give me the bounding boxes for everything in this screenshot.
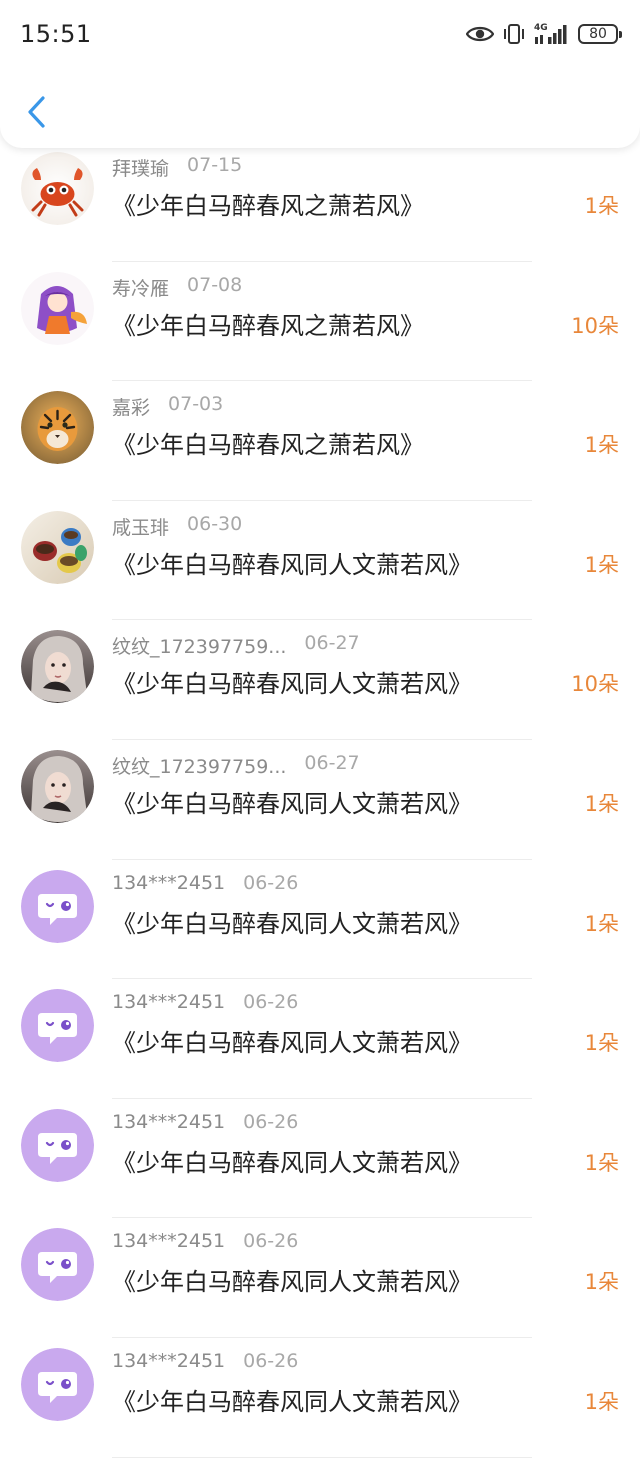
record-date: 06-26 xyxy=(243,1349,299,1372)
gift-count: 10朵 xyxy=(571,313,619,338)
gift-record-row[interactable]: 134***2451 06-26 《少年白马醉春风同人文萧若风》 1朵 xyxy=(0,860,640,980)
gift-count: 1朵 xyxy=(584,1031,619,1056)
user-name[interactable]: 寿冷雁 xyxy=(112,274,169,301)
gift-count: 1朵 xyxy=(584,552,619,577)
record-date: 06-27 xyxy=(304,632,360,655)
book-title[interactable]: 《少年白马醉春风同人文萧若风》 xyxy=(112,784,472,819)
gift-record-row[interactable]: 咸玉琲 06-30 《少年白马醉春风同人文萧若风》 1朵 xyxy=(0,501,640,621)
gift-record-row[interactable]: 134***2451 06-26 《少年白马醉春风同人文萧若风》 1朵 xyxy=(0,1338,640,1458)
gift-count: 10朵 xyxy=(571,672,619,697)
user-name[interactable]: 纹纹_172397759... xyxy=(112,632,286,659)
anime-girl-avatar[interactable] xyxy=(21,271,94,345)
default-chat-avatar[interactable] xyxy=(21,1347,94,1421)
status-time: 15:51 xyxy=(20,20,92,48)
battery-indicator: 80 xyxy=(578,24,622,44)
gift-count: 1朵 xyxy=(584,1389,619,1414)
gift-record-row[interactable]: 纹纹_172397759... 06-27 《少年白马醉春风同人文萧若风》 10朵 xyxy=(0,620,640,740)
book-title[interactable]: 《少年白马醉春风之萧若风》 xyxy=(112,306,424,341)
book-title[interactable]: 《少年白马醉春风之萧若风》 xyxy=(112,425,424,460)
gift-count: 1朵 xyxy=(584,1270,619,1295)
gift-count: 1朵 xyxy=(584,911,619,936)
gift-count: 1朵 xyxy=(584,791,619,816)
user-name[interactable]: 咸玉琲 xyxy=(112,513,169,540)
girl-photo-avatar[interactable] xyxy=(21,630,94,704)
teacups-avatar[interactable] xyxy=(21,510,94,584)
gift-record-row[interactable]: 134***2451 06-26 《少年白马醉春风同人文萧若风》 1朵 xyxy=(0,979,640,1099)
girl-photo-avatar[interactable] xyxy=(21,749,94,823)
record-date: 06-26 xyxy=(243,871,299,894)
gift-record-row[interactable]: 134***2451 06-26 《少年白马醉春风同人文萧若风》 1朵 xyxy=(0,1218,640,1338)
gift-count: 1朵 xyxy=(584,194,619,218)
tiger-avatar[interactable] xyxy=(21,391,94,465)
user-name[interactable]: 134***2451 xyxy=(112,991,225,1013)
book-title[interactable]: 《少年白马醉春风同人文萧若风》 xyxy=(112,1143,472,1178)
gift-record-row[interactable]: 拜璞瑜 07-15 《少年白马醉春风之萧若风》 1朵 xyxy=(0,142,640,262)
book-title[interactable]: 《少年白马醉春风同人文萧若风》 xyxy=(112,545,472,580)
book-title[interactable]: 《少年白马醉春风同人文萧若风》 xyxy=(112,904,472,939)
book-title[interactable]: 《少年白马醉春风同人文萧若风》 xyxy=(112,1023,472,1058)
chevron-left-icon xyxy=(28,96,45,128)
back-button[interactable] xyxy=(14,90,58,134)
gift-record-row[interactable]: 纹纹_172397759... 06-27 《少年白马醉春风同人文萧若风》 1朵 xyxy=(0,740,640,860)
user-name[interactable]: 134***2451 xyxy=(112,1350,225,1372)
user-name[interactable]: 134***2451 xyxy=(112,1230,225,1252)
gift-record-row[interactable]: 嘉彩 07-03 《少年白马醉春风之萧若风》 1朵 xyxy=(0,381,640,501)
record-date: 06-26 xyxy=(243,1230,299,1253)
status-icons: 4G 80 xyxy=(466,20,622,48)
gift-count: 1朵 xyxy=(584,1150,619,1175)
user-name[interactable]: 134***2451 xyxy=(112,872,225,894)
status-bar: 15:51 4G 80 xyxy=(0,0,640,70)
book-title[interactable]: 《少年白马醉春风同人文萧若风》 xyxy=(112,1262,472,1297)
row-divider xyxy=(112,1456,532,1458)
user-name[interactable]: 拜璞瑜 xyxy=(112,154,169,181)
gift-count: 1朵 xyxy=(584,433,619,458)
crab-avatar[interactable] xyxy=(21,152,94,225)
user-name[interactable]: 134***2451 xyxy=(112,1111,225,1133)
book-title[interactable]: 《少年白马醉春风之萧若风》 xyxy=(112,186,424,221)
eye-icon xyxy=(466,26,494,42)
vibrate-icon xyxy=(504,24,524,44)
record-date: 06-27 xyxy=(304,751,360,774)
record-date: 06-26 xyxy=(243,991,299,1014)
user-name[interactable]: 嘉彩 xyxy=(112,393,150,420)
signal-icon: 4G xyxy=(534,23,570,45)
record-date: 07-15 xyxy=(187,154,243,176)
book-title[interactable]: 《少年白马醉春风同人文萧若风》 xyxy=(112,664,472,699)
default-chat-avatar[interactable] xyxy=(21,989,94,1063)
gift-record-list: 拜璞瑜 07-15 《少年白马醉春风之萧若风》 1朵 寿冷雁 07-08 《少年白马醉春风之… xyxy=(0,142,640,1458)
record-date: 07-08 xyxy=(187,273,243,296)
gift-record-row[interactable]: 寿冷雁 07-08 《少年白马醉春风之萧若风》 10朵 xyxy=(0,262,640,382)
default-chat-avatar[interactable] xyxy=(21,869,94,943)
record-date: 06-26 xyxy=(243,1110,299,1133)
gift-record-row[interactable]: 134***2451 06-26 《少年白马醉春风同人文萧若风》 1朵 xyxy=(0,1099,640,1219)
default-chat-avatar[interactable] xyxy=(21,1228,94,1302)
user-name[interactable]: 纹纹_172397759... xyxy=(112,752,286,779)
book-title[interactable]: 《少年白马醉春风同人文萧若风》 xyxy=(112,1382,472,1417)
record-date: 06-30 xyxy=(187,512,243,535)
default-chat-avatar[interactable] xyxy=(21,1108,94,1182)
page-header xyxy=(0,70,640,148)
record-date: 07-03 xyxy=(168,393,224,416)
